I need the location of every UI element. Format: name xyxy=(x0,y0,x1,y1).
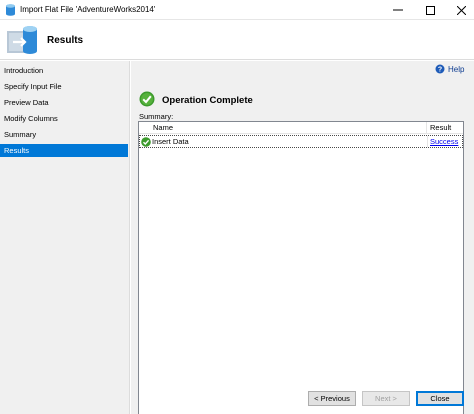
import-database-icon xyxy=(7,26,37,54)
maximize-button[interactable] xyxy=(415,0,445,20)
svg-text:?: ? xyxy=(438,67,442,74)
success-check-icon xyxy=(139,91,155,107)
title-bar: Import Flat File 'AdventureWorks2014' xyxy=(0,0,474,20)
table-header: Name Result xyxy=(139,122,463,134)
column-header-result[interactable]: Result xyxy=(427,122,463,134)
column-divider xyxy=(427,136,428,147)
minimize-button[interactable] xyxy=(383,0,413,20)
success-check-icon xyxy=(141,137,151,147)
close-window-button[interactable] xyxy=(446,0,474,20)
nav-item-modify-columns[interactable]: Modify Columns xyxy=(0,112,128,125)
nav-item-introduction[interactable]: Introduction xyxy=(0,64,128,77)
nav-item-specify-input-file[interactable]: Specify Input File xyxy=(0,80,128,93)
summary-label: Summary: xyxy=(139,112,174,121)
row-result-link[interactable]: Success xyxy=(430,136,458,147)
nav-item-summary[interactable]: Summary xyxy=(0,128,128,141)
wizard-header: Results xyxy=(0,20,474,60)
nav-item-preview-data[interactable]: Preview Data xyxy=(0,96,128,109)
maximize-icon xyxy=(425,5,435,15)
close-icon xyxy=(456,5,466,15)
results-table: Name Result Insert Data Success xyxy=(138,121,464,414)
nav-item-results[interactable]: Results xyxy=(0,144,128,157)
wizard-nav: Introduction Specify Input File Preview … xyxy=(0,61,130,414)
column-header-name[interactable]: Name xyxy=(139,122,427,134)
results-panel: ? Help Operation Complete Summary: Name … xyxy=(131,61,474,414)
table-row[interactable]: Insert Data Success xyxy=(139,135,463,148)
row-name: Insert Data xyxy=(152,137,189,146)
minimize-icon xyxy=(393,9,403,11)
window-title: Import Flat File 'AdventureWorks2014' xyxy=(20,5,156,14)
database-app-icon xyxy=(6,4,15,16)
next-button[interactable]: Next > xyxy=(362,391,410,406)
operation-status-title: Operation Complete xyxy=(162,95,253,106)
page-title: Results xyxy=(47,35,84,46)
help-icon: ? xyxy=(435,64,445,74)
help-link[interactable]: ? Help xyxy=(435,64,464,74)
previous-button[interactable]: < Previous xyxy=(308,391,356,406)
help-label: Help xyxy=(448,64,465,74)
close-button[interactable]: Close xyxy=(416,391,464,406)
